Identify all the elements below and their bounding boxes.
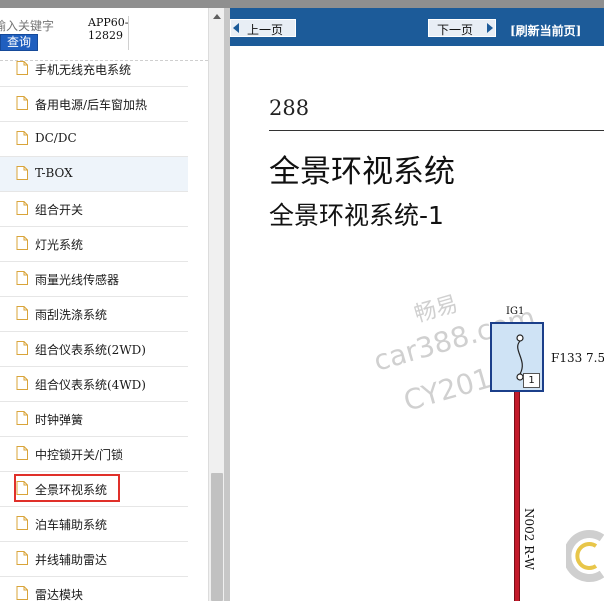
sidebar-item-label: 组合仪表系统(2WD) <box>35 343 146 357</box>
sidebar-item-label: 泊车辅助系统 <box>35 518 108 532</box>
sidebar-item[interactable]: 灯光系统 <box>0 227 188 262</box>
sidebar-item-label: 中控锁开关/门锁 <box>35 448 124 462</box>
sidebar-item[interactable]: 组合开关 <box>0 192 188 227</box>
app-code: APP60-12829 <box>88 16 129 50</box>
document-icon <box>16 306 28 320</box>
sidebar-item[interactable]: 组合仪表系统(4WD) <box>0 367 188 402</box>
page-number: 288 <box>269 96 310 120</box>
wire-label: N002 R-W <box>522 508 536 570</box>
document-icon <box>16 271 28 285</box>
arrow-left-icon <box>233 23 239 33</box>
power-source-label: IG1 <box>506 306 525 317</box>
document-icon <box>16 131 28 145</box>
sidebar-item-label: DC/DC <box>35 131 77 145</box>
search-button[interactable]: 查询 <box>0 34 38 51</box>
sidebar-item-label: 雨刮洗涤系统 <box>35 308 108 322</box>
search-input[interactable] <box>0 18 78 34</box>
page-subtitle: 全景环视系统-1 <box>269 201 444 230</box>
fuse-label: F133 7.5 <box>551 351 604 365</box>
prev-page-label: 上一页 <box>247 23 284 37</box>
next-page-label: 下一页 <box>437 23 474 37</box>
fuse-box: 1 <box>490 322 544 392</box>
sidebar-item[interactable]: T-BOX <box>0 157 188 192</box>
fuse-pin-number: 1 <box>523 373 540 388</box>
arrow-right-icon <box>487 23 493 33</box>
sidebar-item[interactable]: 并线辅助雷达 <box>0 542 188 577</box>
sidebar-item-label: 组合仪表系统(4WD) <box>35 378 146 392</box>
document-icon <box>16 411 28 425</box>
document-icon <box>16 586 28 600</box>
sidebar-item[interactable]: 手机无线充电系统 <box>0 52 188 87</box>
document-icon <box>16 341 28 355</box>
document-icon <box>16 236 28 250</box>
prev-page-button[interactable]: 上一页 <box>230 19 296 37</box>
sidebar-item[interactable]: 备用电源/后车窗加热 <box>0 87 188 122</box>
sidebar: 查询 APP60-12829 手机无线充电系统备用电源/后车窗加热 DC/DC T-… <box>0 8 208 601</box>
wire-red-white <box>514 392 520 601</box>
sidebar-item-label: 并线辅助雷达 <box>35 553 108 567</box>
sidebar-item-label: 时钟弹簧 <box>35 413 84 427</box>
page-nav-bar: 上一页 下一页 [刷新当前页] <box>230 8 604 46</box>
document-page: 288 全景环视系统 全景环视系统-1 畅易 car388.com CY2016… <box>230 46 604 601</box>
document-icon <box>16 166 28 180</box>
sidebar-item-label: 雨量光线传感器 <box>35 273 120 287</box>
sidebar-item[interactable]: 中控锁开关/门锁 <box>0 437 188 472</box>
sidebar-item[interactable]: 雷达模块 <box>0 577 188 601</box>
document-viewer: 上一页 下一页 [刷新当前页] 288 全景环视系统 全景环视系统-1 畅易 c… <box>230 8 604 601</box>
scroll-up-arrow-icon[interactable] <box>209 10 225 24</box>
sidebar-item-label: T-BOX <box>35 166 73 180</box>
window-top-bar <box>0 0 604 8</box>
sidebar-item-label: 组合开关 <box>35 203 84 217</box>
sidebar-item-label: 全景环视系统 <box>35 483 108 497</box>
document-icon <box>16 376 28 390</box>
page-title: 全景环视系统 <box>269 154 455 190</box>
watermark-logo-icon <box>566 530 604 582</box>
refresh-page-link[interactable]: [刷新当前页] <box>510 22 581 39</box>
document-icon <box>16 96 28 110</box>
sidebar-item[interactable]: 时钟弹簧 <box>0 402 188 437</box>
header-rule <box>269 130 604 131</box>
sidebar-item[interactable]: 组合仪表系统(2WD) <box>0 332 188 367</box>
sidebar-scrollbar[interactable] <box>208 8 225 601</box>
sidebar-item[interactable]: 全景环视系统 <box>0 472 188 507</box>
scrollbar-thumb[interactable] <box>211 473 223 601</box>
next-page-button[interactable]: 下一页 <box>428 19 496 37</box>
sidebar-item[interactable]: 泊车辅助系统 <box>0 507 188 542</box>
document-icon <box>16 61 28 75</box>
document-icon <box>16 446 28 460</box>
sidebar-item-label: 雷达模块 <box>35 588 84 601</box>
sidebar-item[interactable]: DC/DC <box>0 122 188 157</box>
document-icon <box>16 551 28 565</box>
sidebar-item-label: 备用电源/后车窗加热 <box>35 98 148 112</box>
sidebar-item[interactable]: 雨量光线传感器 <box>0 262 188 297</box>
document-icon <box>16 481 28 495</box>
sidebar-item[interactable]: 雨刮洗涤系统 <box>0 297 188 332</box>
document-icon <box>16 516 28 530</box>
sidebar-item-label: 灯光系统 <box>35 238 84 252</box>
document-tree: 手机无线充电系统备用电源/后车窗加热 DC/DC T-BOX 组合开关灯光系统雨量光线… <box>0 52 188 601</box>
sidebar-item-label: 手机无线充电系统 <box>35 63 132 77</box>
document-icon <box>16 201 28 215</box>
